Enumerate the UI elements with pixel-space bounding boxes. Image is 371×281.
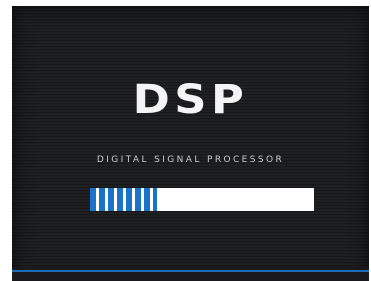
product-subtitle: DIGITAL SIGNAL PROCESSOR [96,155,285,165]
loading-progress-fill [90,188,158,211]
accent-line [12,270,369,272]
bottom-status-bar [12,267,369,281]
boot-screen: DSP DIGITAL SIGNAL PROCESSOR [12,6,369,281]
dsp-logo: DSP [132,77,249,123]
loading-progress-bar [90,188,314,211]
